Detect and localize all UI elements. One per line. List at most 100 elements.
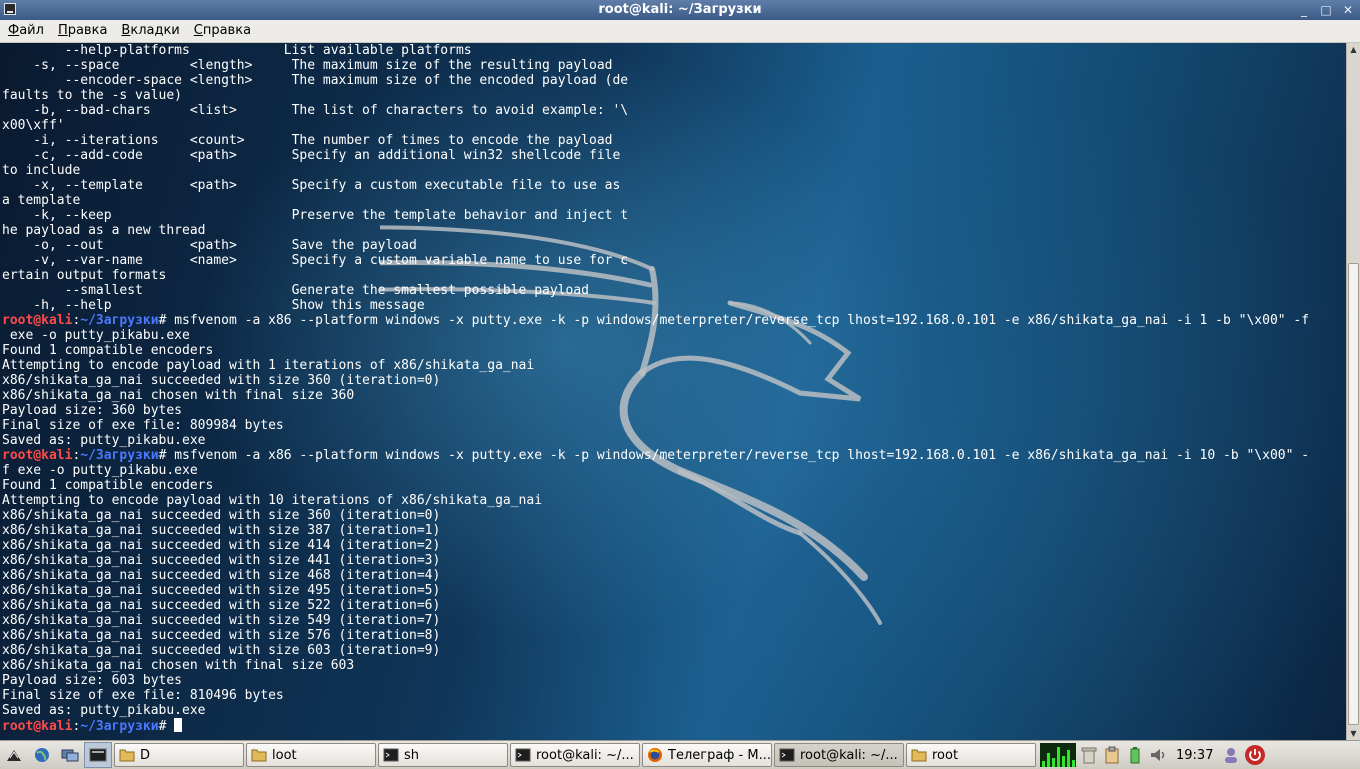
taskbar-window-button[interactable]: sh: [378, 743, 508, 767]
output-line: x86/shikata_ga_nai succeeded with size 3…: [2, 508, 1309, 523]
window-titlebar[interactable]: root@kali: ~/Загрузки _ □ ✕: [0, 0, 1360, 20]
close-button[interactable]: ✕: [1342, 3, 1354, 17]
taskbar-window-button[interactable]: D: [114, 743, 244, 767]
menu-tabs[interactable]: Вкладки: [114, 20, 186, 42]
scrollbar-thumb[interactable]: [1348, 263, 1359, 725]
taskbar-window-button[interactable]: Телеграф - М...: [642, 743, 772, 767]
prompt-user: root@kali: [2, 313, 73, 328]
output-line: x86/shikata_ga_nai succeeded with size 5…: [2, 598, 1309, 613]
user-icon[interactable]: [1221, 745, 1241, 765]
terminal-icon: [779, 747, 800, 763]
line-text: faults to the -s value): [2, 88, 183, 103]
minimize-button[interactable]: _: [1298, 3, 1310, 17]
prompt-path: ~/Загрузки: [80, 313, 159, 328]
output-line: x86/shikata_ga_nai chosen with final siz…: [2, 658, 1309, 673]
terminal-icon: [515, 747, 536, 763]
line-text: Saved as: putty_pikabu.exe: [2, 703, 206, 718]
folder-icon: [119, 747, 140, 763]
line-text: -i, --iterations <count> The number of t…: [2, 133, 613, 148]
taskbar-window-label: D: [140, 747, 151, 763]
terminal-launcher-icon: [89, 747, 107, 763]
output-line: Found 1 compatible encoders: [2, 343, 1309, 358]
line-text: x86/shikata_ga_nai succeeded with size 3…: [2, 523, 441, 538]
scroll-up-icon[interactable]: ▲: [1347, 43, 1360, 56]
output-line: x86/shikata_ga_nai succeeded with size 6…: [2, 643, 1309, 658]
power-icon[interactable]: [1244, 744, 1266, 766]
line-text: x86/shikata_ga_nai succeeded with size 3…: [2, 373, 441, 388]
command-line: root@kali:~/Загрузки# msfvenom -a x86 --…: [2, 313, 1309, 328]
line-text: -k, --keep Preserve the template behavio…: [2, 208, 629, 223]
output-line: x86/shikata_ga_nai succeeded with size 5…: [2, 613, 1309, 628]
network-monitor-icon[interactable]: [1040, 743, 1076, 767]
output-line: --encoder-space <length> The maximum siz…: [2, 73, 1309, 88]
taskbar-window-label: sh: [404, 747, 420, 763]
prompt-user: root@kali: [2, 719, 73, 734]
line-text: -b, --bad-chars <list> The list of chara…: [2, 103, 629, 118]
taskbar-window-button[interactable]: root@kali: ~/...: [510, 743, 640, 767]
scroll-down-icon[interactable]: ▼: [1347, 727, 1360, 740]
line-text: Attempting to encode payload with 1 iter…: [2, 358, 535, 373]
taskbar-window-button[interactable]: loot: [246, 743, 376, 767]
terminal-launcher-launcher[interactable]: [84, 742, 112, 768]
trash-icon[interactable]: [1079, 745, 1099, 765]
line-text: -o, --out <path> Save the payload: [2, 238, 417, 253]
line-text: x86/shikata_ga_nai succeeded with size 4…: [2, 553, 441, 568]
taskbar-window-label: loot: [272, 747, 297, 763]
battery-icon[interactable]: [1125, 745, 1145, 765]
line-text: x86/shikata_ga_nai succeeded with size 5…: [2, 613, 441, 628]
web-browser-launcher[interactable]: [28, 742, 56, 768]
terminal-area[interactable]: --help-platforms List available platform…: [0, 43, 1346, 740]
line-text: --encoder-space <length> The maximum siz…: [2, 73, 629, 88]
menu-edit[interactable]: Правка: [51, 20, 114, 42]
line-text: f exe -o putty_pikabu.exe: [2, 463, 198, 478]
output-line: -i, --iterations <count> The number of t…: [2, 133, 1309, 148]
clock[interactable]: 19:37: [1171, 748, 1218, 763]
prompt-user: root@kali: [2, 448, 73, 463]
line-text: exe -o putty_pikabu.exe: [2, 328, 190, 343]
taskbar-window-label: root: [932, 747, 959, 763]
output-line: Saved as: putty_pikabu.exe: [2, 433, 1309, 448]
line-text: --help-platforms List available platform…: [2, 43, 472, 58]
output-line: x00\xff': [2, 118, 1309, 133]
output-line: x86/shikata_ga_nai succeeded with size 4…: [2, 583, 1309, 598]
line-text: x86/shikata_ga_nai succeeded with size 5…: [2, 628, 441, 643]
line-text: -c, --add-code <path> Specify an additio…: [2, 148, 621, 163]
output-line: -c, --add-code <path> Specify an additio…: [2, 148, 1309, 163]
line-text: x00\xff': [2, 118, 65, 133]
line-text: x86/shikata_ga_nai succeeded with size 6…: [2, 643, 441, 658]
menu-file[interactable]: Файл: [0, 20, 51, 42]
output-line: Attempting to encode payload with 1 iter…: [2, 358, 1309, 373]
kali-menu-icon: [5, 747, 23, 763]
text-cursor: [174, 718, 183, 732]
window-title: root@kali: ~/Загрузки: [598, 2, 762, 17]
output-line: -x, --template <path> Specify a custom e…: [2, 178, 1309, 193]
output-line: Saved as: putty_pikabu.exe: [2, 703, 1309, 718]
maximize-button[interactable]: □: [1320, 3, 1332, 17]
line-text: -h, --help Show this message: [2, 298, 425, 313]
taskbar-window-button[interactable]: root: [906, 743, 1036, 767]
kali-menu-launcher[interactable]: [0, 742, 28, 768]
line-text: Attempting to encode payload with 10 ite…: [2, 493, 543, 508]
output-line: x86/shikata_ga_nai succeeded with size 3…: [2, 373, 1309, 388]
output-line: Final size of exe file: 810496 bytes: [2, 688, 1309, 703]
taskbar-window-button[interactable]: root@kali: ~/...: [774, 743, 904, 767]
clipboard-icon[interactable]: [1102, 745, 1122, 765]
show-desktop-icon: [61, 747, 79, 763]
line-text: -x, --template <path> Specify a custom e…: [2, 178, 621, 193]
output-line: x86/shikata_ga_nai succeeded with size 5…: [2, 628, 1309, 643]
volume-icon[interactable]: [1148, 745, 1168, 765]
terminal-scrollbar[interactable]: ▲ ▼: [1346, 43, 1360, 740]
output-line: x86/shikata_ga_nai succeeded with size 3…: [2, 523, 1309, 538]
quick-launch: [0, 742, 112, 768]
output-line: x86/shikata_ga_nai chosen with final siz…: [2, 388, 1309, 403]
window-controls: _ □ ✕: [1298, 0, 1354, 20]
task-list: Dloot sh root@kali: ~/... Телеграф - М... ro…: [112, 743, 1036, 767]
output-line: faults to the -s value): [2, 88, 1309, 103]
show-desktop-launcher[interactable]: [56, 742, 84, 768]
output-line: --smallest Generate the smallest possibl…: [2, 283, 1309, 298]
terminal-window-icon[interactable]: [4, 3, 16, 15]
menu-help[interactable]: Справка: [187, 20, 258, 42]
output-line: f exe -o putty_pikabu.exe: [2, 463, 1309, 478]
output-line: ertain output formats: [2, 268, 1309, 283]
output-line: exe -o putty_pikabu.exe: [2, 328, 1309, 343]
